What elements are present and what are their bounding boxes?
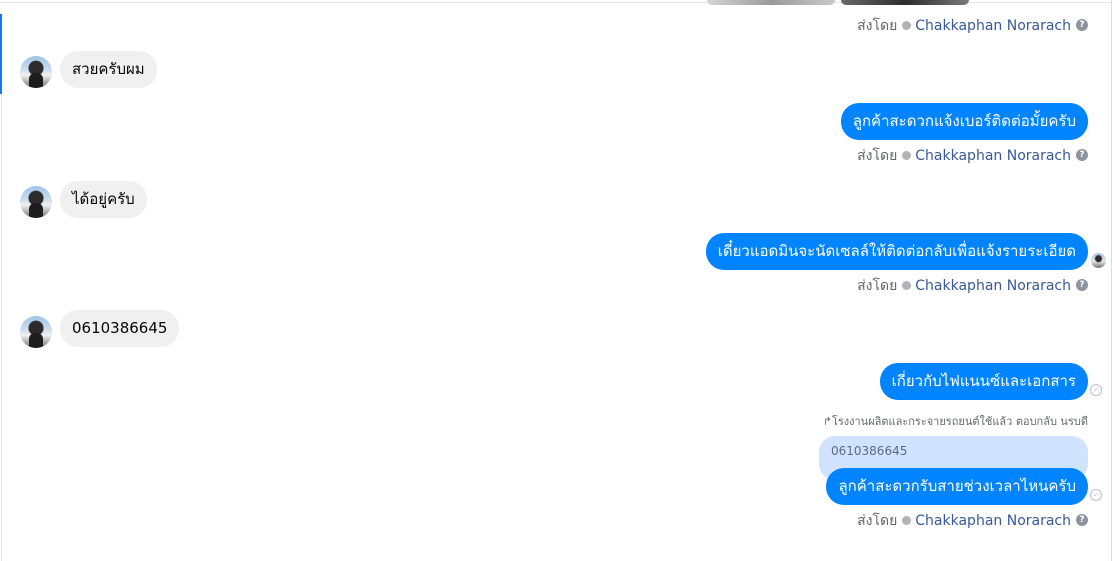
received-message-bubble[interactable]: สวยครับผม [60,51,157,88]
check-circle-icon [902,515,912,525]
author-link[interactable]: Chakkaphan Norarach [915,148,1071,164]
image-attachment-thumbnail[interactable] [841,0,969,5]
sent-by-label: ส่งโดย [857,148,898,164]
sent-by-label: ส่งโดย [857,278,898,294]
sent-message-bubble[interactable]: เดี๋ยวแอดมินจะนัดเซลล์ให้ติดต่อกลับเพื่อ… [705,233,1088,270]
avatar[interactable] [20,186,52,218]
sent-by-line: ส่งโดย Chakkaphan Norarach? [857,512,1088,530]
seen-avatar [1091,253,1106,268]
sent-by-label: ส่งโดย [857,18,898,34]
question-circle-icon[interactable]: ? [1076,279,1088,291]
reply-caption-text: โรงงานผลิตและกระจายรถยนต์ใช้แล้ว ตอบกลับ… [831,415,1088,428]
delivered-check-icon: ✓ [1090,489,1102,501]
avatar[interactable] [20,316,52,348]
check-circle-icon [902,20,912,30]
question-circle-icon[interactable]: ? [1076,149,1088,161]
author-link[interactable]: Chakkaphan Norarach [915,278,1071,294]
sent-message-bubble[interactable]: ลูกค้าสะดวกรับสายช่วงเวลาไหนครับ [826,468,1088,505]
quoted-message-text: 0610386645 [831,444,908,458]
check-circle-icon [902,280,912,290]
author-link[interactable]: Chakkaphan Norarach [915,18,1071,34]
received-message-bubble[interactable]: 0610386645 [60,310,180,347]
sent-by-line: ส่งโดย Chakkaphan Norarach? [857,17,1088,35]
author-link[interactable]: Chakkaphan Norarach [915,513,1071,529]
question-circle-icon[interactable]: ? [1076,514,1088,526]
sent-by-line: ส่งโดย Chakkaphan Norarach? [857,277,1088,295]
question-circle-icon[interactable]: ? [1076,19,1088,31]
sent-message-bubble[interactable]: ลูกค้าสะดวกแจ้งเบอร์ติดต่อมั้ยครับ [840,103,1088,140]
left-active-indicator [0,14,2,94]
reply-caption: ↱โรงงานผลิตและกระจายรถยนต์ใช้แล้ว ตอบกลั… [823,414,1088,430]
image-attachment-thumbnail[interactable] [707,0,835,5]
reply-arrow-icon: ↱ [822,415,832,428]
left-divider [1,94,2,561]
received-message-bubble[interactable]: ได้อยู่ครับ [60,181,147,218]
sent-by-label: ส่งโดย [857,513,898,529]
delivered-check-icon: ✓ [1090,384,1102,396]
avatar[interactable] [20,56,52,88]
sent-message-bubble[interactable]: เกี่ยวกับไฟแนนซ์และเอกสาร [879,363,1088,400]
check-circle-icon [902,150,912,160]
sent-by-line: ส่งโดย Chakkaphan Norarach? [857,147,1088,165]
